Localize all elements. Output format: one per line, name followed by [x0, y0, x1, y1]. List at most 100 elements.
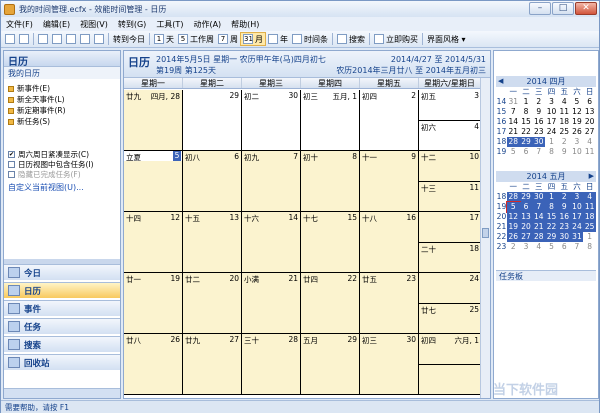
mini-day[interactable]: 14	[532, 212, 546, 222]
day-cell[interactable]: 初四 六月, 1	[419, 334, 481, 365]
mini-day[interactable]: 8	[520, 107, 533, 117]
mini-day[interactable]: 2	[557, 192, 571, 202]
mini-day[interactable]: 9	[557, 202, 571, 212]
mini-day[interactable]: 31	[570, 232, 584, 242]
mini-day[interactable]: 7	[507, 107, 520, 117]
day-cell[interactable]: 十六 14	[242, 212, 301, 272]
mini-day[interactable]: 2	[532, 97, 545, 107]
mini-day[interactable]: 23	[557, 222, 571, 232]
mini-day[interactable]: 2	[507, 242, 520, 252]
day-cell[interactable]: 小满 21	[242, 273, 301, 333]
new-recurring-event-action[interactable]: 新定期事件(R)	[4, 105, 120, 116]
mini-day[interactable]: 1	[520, 97, 533, 107]
new-button[interactable]	[3, 32, 17, 46]
mini-day[interactable]: 4	[532, 242, 545, 252]
mini-day[interactable]: 5	[505, 201, 521, 213]
search-button[interactable]: 搜索	[335, 32, 367, 46]
mini-day[interactable]: 1	[583, 232, 596, 242]
day-cell[interactable]: 初八 6	[183, 151, 242, 211]
close-button[interactable]: ✕	[575, 2, 597, 15]
mini-day[interactable]: 6	[519, 202, 533, 212]
mini-day[interactable]: 28	[506, 137, 520, 147]
new-allday-event-action[interactable]: 新全天事件(L)	[4, 94, 120, 105]
ui-style-button[interactable]: 界面风格 ▾	[425, 32, 468, 46]
mini-day[interactable]: 20	[519, 222, 533, 232]
mini-day[interactable]: 3	[545, 97, 558, 107]
day-cell[interactable]: 十三 11	[419, 181, 481, 211]
day-cell[interactable]: 初三 30	[360, 334, 419, 394]
buy-now-button[interactable]: 立即购买	[372, 32, 420, 46]
day-cell[interactable]: 初五 3	[419, 90, 481, 121]
day-cell[interactable]: 24	[419, 273, 481, 304]
view-week-button[interactable]: 7周	[216, 32, 240, 46]
mini-day[interactable]: 20	[583, 117, 596, 127]
mini-day[interactable]: 7	[532, 147, 545, 157]
day-cell[interactable]: 十四 12	[124, 212, 183, 272]
nav-events[interactable]: 事件	[4, 300, 120, 316]
menu-view[interactable]: 视图(V)	[75, 19, 113, 30]
mini-day[interactable]: 3	[570, 192, 584, 202]
mini-day[interactable]: 12	[506, 212, 520, 222]
nav-today[interactable]: 今日	[4, 264, 120, 280]
mini-day[interactable]: 1	[545, 192, 558, 202]
open-button[interactable]	[17, 32, 31, 46]
mini-day[interactable]: 4	[583, 192, 597, 202]
day-cell[interactable]: 十七 15	[301, 212, 360, 272]
mini-day[interactable]: 9	[558, 147, 571, 157]
mini-day[interactable]: 4	[558, 97, 571, 107]
copy-button[interactable]	[64, 32, 78, 46]
mini-day[interactable]: 3	[520, 242, 533, 252]
mini-day[interactable]: 30	[532, 137, 546, 147]
day-cell[interactable]: 初六 4	[419, 120, 481, 150]
menu-help[interactable]: 帮助(H)	[226, 19, 264, 30]
mini-day[interactable]: 18	[583, 212, 597, 222]
mini-day[interactable]: 30	[532, 192, 546, 202]
mini-day[interactable]: 28	[532, 232, 546, 242]
day-cell[interactable]: 十五 13	[183, 212, 242, 272]
mini-day[interactable]: 27	[583, 127, 596, 137]
mini-day[interactable]: 13	[519, 212, 533, 222]
include-tasks-checkbox[interactable]: 日历视图中包含任务(I)	[4, 159, 120, 169]
day-cell[interactable]: 十二 10	[419, 151, 481, 182]
prev-month-icon[interactable]: ◀	[498, 76, 503, 87]
maximize-button[interactable]: □	[552, 2, 574, 15]
mini-day[interactable]: 25	[558, 127, 571, 137]
mini-day[interactable]: 21	[532, 222, 546, 232]
day-cell[interactable]: 廿一 19	[124, 273, 183, 333]
mini-day[interactable]: 19	[571, 117, 584, 127]
mini-day[interactable]: 29	[519, 137, 533, 147]
mini-day[interactable]: 5	[545, 242, 558, 252]
day-cell[interactable]: 初二 30	[242, 90, 301, 150]
hide-completed-checkbox[interactable]: 隐藏已完成任务(F)	[4, 169, 120, 179]
scroll-thumb[interactable]	[482, 228, 489, 238]
view-timeline-button[interactable]: 时间条	[290, 32, 330, 46]
customize-view-link[interactable]: 自定义当前视图(U)...	[4, 179, 120, 196]
mini-day[interactable]: 21	[507, 127, 520, 137]
mini-day[interactable]: 7	[571, 242, 584, 252]
mini-day[interactable]: 15	[520, 117, 533, 127]
mini-day[interactable]: 10	[545, 107, 558, 117]
day-cell[interactable]: 十一 9	[360, 151, 419, 211]
next-month-icon[interactable]: ▶	[589, 171, 594, 182]
mini-day[interactable]: 31	[507, 97, 520, 107]
mini-day[interactable]: 29	[545, 232, 558, 242]
mini-day[interactable]: 24	[570, 222, 584, 232]
mini-day[interactable]: 2	[558, 137, 571, 147]
mini-day[interactable]: 16	[532, 117, 545, 127]
mini-day[interactable]: 8	[583, 242, 596, 252]
mini-day[interactable]: 27	[519, 232, 533, 242]
mini-day[interactable]: 3	[571, 137, 584, 147]
day-cell[interactable]: 廿九 四月, 28	[124, 90, 183, 150]
day-cell[interactable]: 29	[183, 90, 242, 150]
mini-day[interactable]: 12	[571, 107, 584, 117]
mini-day[interactable]: 19	[506, 222, 520, 232]
mini-day[interactable]: 11	[558, 107, 571, 117]
mini-day[interactable]: 5	[571, 97, 584, 107]
mini-day[interactable]: 25	[583, 222, 597, 232]
day-cell[interactable]: 初十 8	[301, 151, 360, 211]
day-cell[interactable]: 廿九 27	[183, 334, 242, 394]
mini-day[interactable]: 17	[545, 117, 558, 127]
cut-button[interactable]	[50, 32, 64, 46]
menu-file[interactable]: 文件(F)	[1, 19, 38, 30]
day-cell[interactable]: 十八 16	[360, 212, 419, 272]
